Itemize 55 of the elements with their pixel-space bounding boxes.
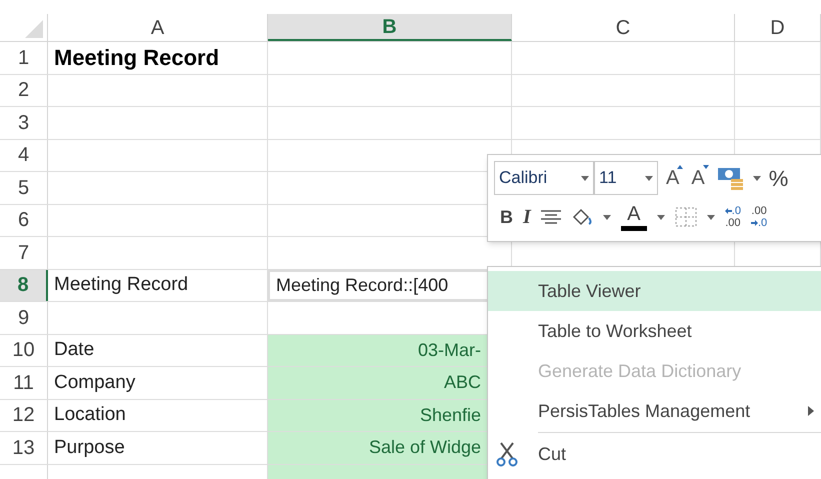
cell-text: Meeting Record::[400 — [276, 274, 448, 297]
cell-text: ABC — [444, 371, 481, 394]
row-header[interactable]: 11 — [0, 367, 48, 398]
column-header[interactable]: B — [268, 14, 512, 41]
row-header[interactable]: 13 — [0, 432, 48, 464]
cell-text: Meeting Record — [54, 273, 188, 297]
cell-text: Sale of Widge — [368, 436, 481, 460]
triangle-icon — [25, 20, 43, 38]
left-arrow-icon — [724, 208, 732, 214]
dropdown-caret-icon[interactable] — [645, 176, 653, 180]
italic-button[interactable]: I — [523, 202, 531, 232]
decrease-decimal-button[interactable]: .00 .0 — [750, 205, 768, 229]
down-triangle-icon — [702, 165, 709, 169]
cell-text: Company — [54, 370, 136, 394]
dropdown-caret-icon[interactable] — [602, 214, 611, 220]
paint-bucket-icon[interactable] — [570, 206, 593, 228]
cell-text: Date — [54, 338, 94, 362]
row-header[interactable]: 7 — [0, 237, 48, 268]
dropdown-caret-icon[interactable] — [706, 214, 715, 220]
menu-item[interactable]: Table Viewer — [488, 271, 821, 311]
row-header[interactable]: 9 — [0, 302, 48, 334]
cell-text: 03-Mar- — [418, 338, 481, 362]
font-color-button[interactable]: A — [620, 204, 647, 230]
align-center-icon[interactable] — [540, 210, 561, 224]
row-header[interactable]: 12 — [0, 400, 48, 431]
cell-text: Purpose — [54, 436, 125, 460]
currency-icon[interactable] — [716, 166, 745, 190]
column-header[interactable]: D — [735, 14, 821, 41]
scissors-icon — [496, 441, 518, 467]
row-header[interactable]: 3 — [0, 107, 48, 138]
dropdown-caret-icon[interactable] — [581, 176, 589, 180]
bold-button[interactable]: B — [500, 204, 513, 230]
borders-icon[interactable] — [674, 207, 697, 227]
increase-decimal-button[interactable]: .0 .00 — [724, 205, 741, 229]
cell-text: Shenfie — [420, 404, 481, 427]
dropdown-caret-icon[interactable] — [752, 176, 761, 180]
grow-font-button[interactable]: A — [666, 163, 684, 193]
font-name-field[interactable]: Calibri — [494, 161, 594, 195]
cell-text: Location — [54, 403, 126, 427]
row-header[interactable]: 1 — [0, 42, 48, 74]
dropdown-caret-icon[interactable] — [656, 214, 665, 220]
row-header[interactable]: 8 — [0, 270, 48, 301]
right-arrow-icon — [750, 220, 758, 226]
column-header[interactable]: C — [512, 14, 735, 41]
row-header[interactable]: 6 — [0, 204, 48, 236]
row-header[interactable]: 4 — [0, 140, 48, 171]
submenu-arrow-icon — [808, 406, 814, 416]
percent-button[interactable]: % — [768, 162, 788, 194]
up-triangle-icon — [677, 165, 684, 169]
row-header[interactable]: 2 — [0, 74, 48, 106]
row-header[interactable]: 5 — [0, 172, 48, 204]
shrink-font-button[interactable]: A — [691, 163, 709, 193]
cell-text: Meeting Record — [54, 44, 220, 72]
font-size-field[interactable]: 11 — [594, 161, 658, 195]
row-header[interactable]: 10 — [0, 334, 48, 366]
